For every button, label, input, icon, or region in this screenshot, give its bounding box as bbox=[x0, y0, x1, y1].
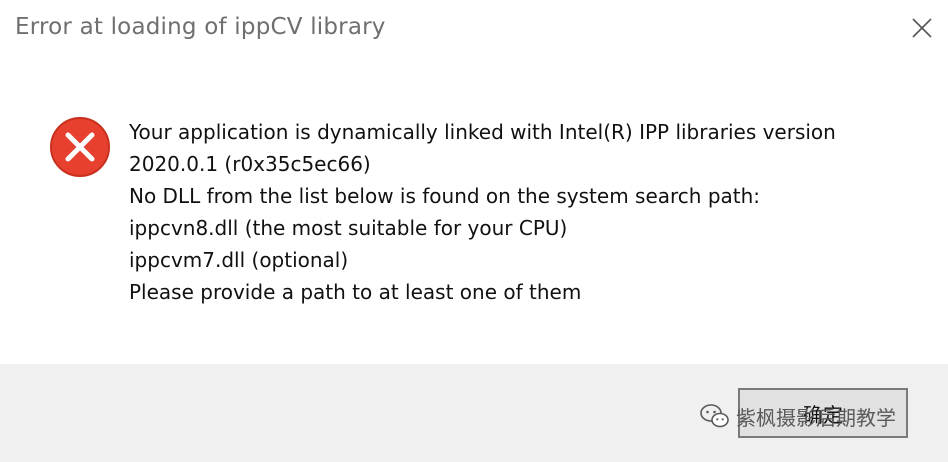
message-line: ippcvm7.dll (optional) bbox=[129, 248, 349, 272]
dialog-title: Error at loading of ippCV library bbox=[15, 14, 386, 40]
message-line: Your application is dynamically linked w… bbox=[129, 120, 836, 144]
watermark: 紫枫摄影后期教学 bbox=[700, 396, 940, 436]
message-line: No DLL from the list below is found on t… bbox=[129, 184, 761, 208]
wechat-icon bbox=[700, 404, 729, 428]
error-dialog: Error at loading of ippCV library Your a… bbox=[0, 0, 948, 462]
close-button[interactable] bbox=[900, 6, 944, 50]
error-message: Your application is dynamically linked w… bbox=[129, 116, 929, 308]
message-line: ippcvn8.dll (the most suitable for your … bbox=[129, 216, 568, 240]
watermark-text: 紫枫摄影后期教学 bbox=[736, 405, 896, 430]
close-icon bbox=[912, 18, 932, 38]
message-line: Please provide a path to at least one of… bbox=[129, 280, 582, 304]
message-line: 2020.0.1 (r0x35c5ec66) bbox=[129, 152, 371, 176]
error-icon bbox=[50, 117, 110, 177]
